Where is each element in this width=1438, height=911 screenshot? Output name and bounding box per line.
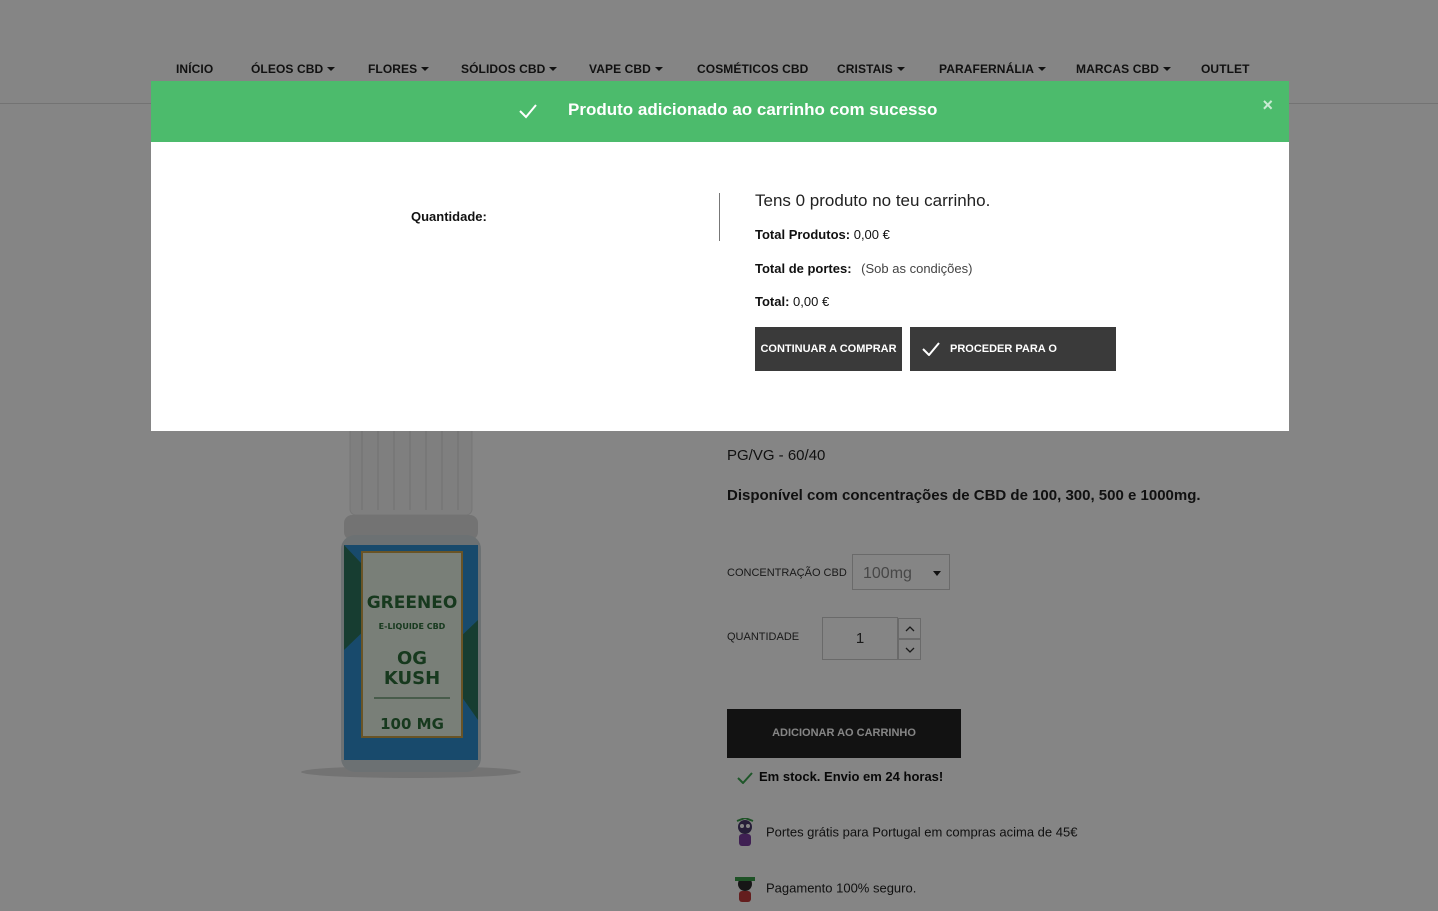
cart-modal: Produto adicionado ao carrinho com suces…	[151, 81, 1289, 431]
modal-quantity-label: Quantidade:	[411, 209, 487, 224]
total-label: Total:	[755, 294, 790, 309]
total-products-value: 0,00 €	[853, 227, 890, 242]
modal-title: Produto adicionado ao carrinho com suces…	[568, 100, 938, 119]
total-products-label: Total Produtos:	[755, 227, 851, 242]
close-icon[interactable]: ×	[1262, 95, 1273, 116]
continue-shopping-button[interactable]: CONTINUAR A COMPRAR	[755, 327, 902, 371]
total-value: 0,00 €	[793, 294, 830, 309]
checkout-button[interactable]: PROCEDER PARA O CHECKOUT	[910, 327, 1116, 399]
shipping-row: Total de portes: (Sob as condições)	[755, 261, 972, 276]
check-icon	[922, 342, 940, 356]
shipping-label: Total de portes:	[755, 261, 852, 276]
shipping-value: (Sob as condições)	[861, 261, 973, 276]
modal-header: Produto adicionado ao carrinho com suces…	[151, 81, 1289, 142]
modal-divider	[719, 193, 720, 241]
checkout-button-label: PROCEDER PARA O CHECKOUT	[950, 343, 1057, 399]
check-icon	[519, 104, 537, 119]
total-products-row: Total Produtos: 0,00 €	[755, 227, 890, 242]
cart-count-text: Tens 0 produto no teu carrinho.	[755, 191, 991, 210]
total-row: Total: 0,00 €	[755, 294, 829, 309]
